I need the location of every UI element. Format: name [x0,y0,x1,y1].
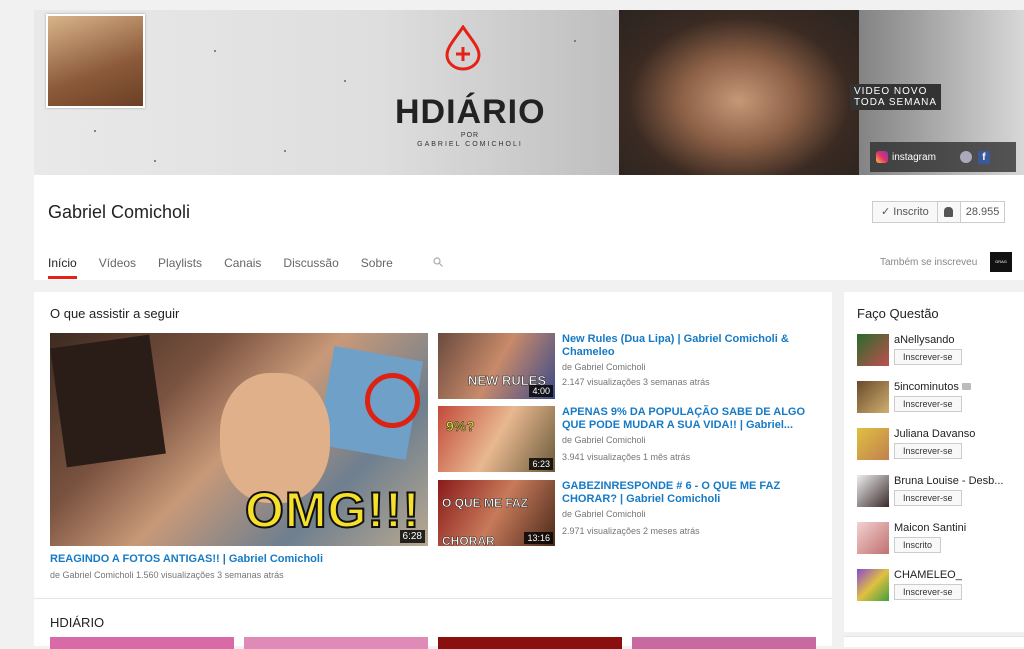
tab-sobre[interactable]: Sobre [361,256,393,279]
video-duration: 4:00 [529,385,553,397]
channel-avatar[interactable] [857,475,889,507]
tagline-line2: TODA SEMANA [854,97,938,108]
video-duration: 13:16 [524,532,553,544]
red-circle-icon [365,373,420,428]
channel-name[interactable]: Bruna Louise - Desb... [894,475,1003,487]
channel-name[interactable]: CHAMELEO_ [894,569,962,581]
video-thumbnail[interactable] [50,637,234,649]
channel-avatar[interactable] [857,569,889,601]
video-thumbnail[interactable] [632,637,816,649]
video-item[interactable]: NEW RULES 4:00 New Rules (Dua Lipa) | Ga… [438,333,828,401]
subscribe-group: ✓ Inscrito 28.955 [872,201,1006,223]
subscribe-button[interactable]: Inscrever-se [894,490,962,506]
video-thumbnail[interactable]: O QUE ME FAZ CHORAR 13:16 [438,480,555,546]
tab-videos[interactable]: Vídeos [99,256,136,279]
channel-avatar[interactable] [46,14,145,108]
channel-avatar[interactable] [857,428,889,460]
channel-item: Maicon Santini Inscrito [857,522,1017,562]
tab-inicio[interactable]: Início [48,256,77,279]
channel-avatar[interactable] [857,381,889,413]
channel-item: aNellysando Inscrever-se [857,334,1017,374]
subscribe-button[interactable]: Inscrever-se [894,349,962,365]
instagram-label: instagram [892,151,936,163]
video-stats: 3.941 visualizações 1 mês atrás [562,452,691,462]
banner-tagline: VIDEO NOVO TODA SEMANA [850,84,942,110]
channel-tabs: Início Vídeos Playlists Canais Discussão… [48,256,415,279]
thumbnail-overlay-text: OMG!!! [244,481,421,539]
video-thumbnail[interactable]: NEW RULES 4:00 [438,333,555,399]
instagram-link[interactable]: instagram [870,151,942,163]
bell-icon [944,207,954,217]
video-thumbnail[interactable] [244,637,428,649]
video-duration: 6:23 [529,458,553,470]
subscribed-button[interactable]: ✓ Inscrito [872,201,938,223]
banner-photo [619,10,859,175]
globe-icon[interactable] [959,151,972,163]
video-channel[interactable]: de Gabriel Comicholi [562,509,646,519]
featured-video-meta: de Gabriel Comicholi 1.560 visualizações… [50,570,284,580]
banner-logo-por: POR [460,132,480,139]
video-stats: 2.147 visualizações 3 semanas atrás [562,377,710,387]
channel-avatar[interactable] [857,334,889,366]
channel-name[interactable]: aNellysando [894,334,955,346]
social-links-bar: instagram f [870,142,1016,172]
sidebar-next-panel [844,636,1024,647]
subscribe-button[interactable]: Inscrever-se [894,584,962,600]
video-title[interactable]: GABEZINRESPONDE # 6 - O QUE ME FAZ CHORA… [562,480,812,506]
video-stats: 2.971 visualizações 2 meses atrás [562,526,700,536]
video-title[interactable]: New Rules (Dua Lipa) | Gabriel Comicholi… [562,333,812,359]
channel-avatar[interactable] [857,522,889,554]
channel-name-wrap[interactable]: 5incominutos [894,381,971,393]
channel-item: Bruna Louise - Desb... Inscrever-se [857,475,1017,515]
video-item[interactable]: O QUE ME FAZ CHORAR 13:16 GABEZINRESPOND… [438,480,828,548]
tab-playlists[interactable]: Playlists [158,256,202,279]
banner-logo-subtitle: GABRIEL COMICHOLI [417,141,523,148]
channel-name[interactable]: Maicon Santini [894,522,966,534]
banner-logo-title: HDIÁRIO [395,93,546,131]
video-channel[interactable]: de Gabriel Comicholi [562,362,646,372]
video-channel[interactable]: de Gabriel Comicholi [562,435,646,445]
channel-name[interactable]: Juliana Davanso [894,428,975,440]
also-subscribed-label: Também se inscreveu [880,257,978,268]
featured-video-thumbnail[interactable]: OMG!!! 6:28 [50,333,428,546]
subscriber-count: 28.955 [960,201,1006,223]
subscribe-button[interactable]: Inscrever-se [894,396,962,412]
tagline-line1: VIDEO NOVO [854,86,928,97]
verified-icon [961,383,971,390]
featured-video-title[interactable]: REAGINDO A FOTOS ANTIGAS!! | Gabriel Com… [50,553,323,565]
tab-discussao[interactable]: Discussão [283,256,338,279]
video-thumbnail[interactable]: 9%? 6:23 [438,406,555,472]
thumbnail-text: 9%? [446,418,475,435]
channel-name: Gabriel Comicholi [48,202,191,222]
video-duration: 6:28 [399,530,425,543]
channel-item: CHAMELEO_ Inscrever-se [857,569,1017,609]
blood-drop-logo-icon [445,25,481,71]
video-title[interactable]: APENAS 9% DA POPULAÇÃO SABE DE ALGO QUE … [562,406,812,432]
facebook-icon[interactable]: f [977,150,990,164]
subscribe-button[interactable]: Inscrever-se [894,443,962,459]
video-thumbnail[interactable] [438,637,622,649]
photo-overlay [50,334,166,468]
channel-item: Juliana Davanso Inscrever-se [857,428,1017,468]
playlist-section-title[interactable]: HDIÁRIO [50,615,104,630]
featured-channels-title: Faço Questão [857,306,939,321]
video-item[interactable]: 9%? 6:23 APENAS 9% DA POPULAÇÃO SABE DE … [438,406,828,474]
also-subscribed-thumbnail[interactable]: GRAG [990,252,1012,272]
search-icon[interactable] [433,257,443,267]
channel-item: 5incominutos Inscrever-se [857,381,1017,421]
tab-canais[interactable]: Canais [224,256,261,279]
instagram-icon [876,151,888,163]
channel-name[interactable]: 5incominutos [894,381,959,393]
section-title: O que assistir a seguir [50,306,180,321]
subscribed-button[interactable]: Inscrito [894,537,942,553]
notification-bell-button[interactable] [937,201,961,223]
section-divider [34,598,832,599]
